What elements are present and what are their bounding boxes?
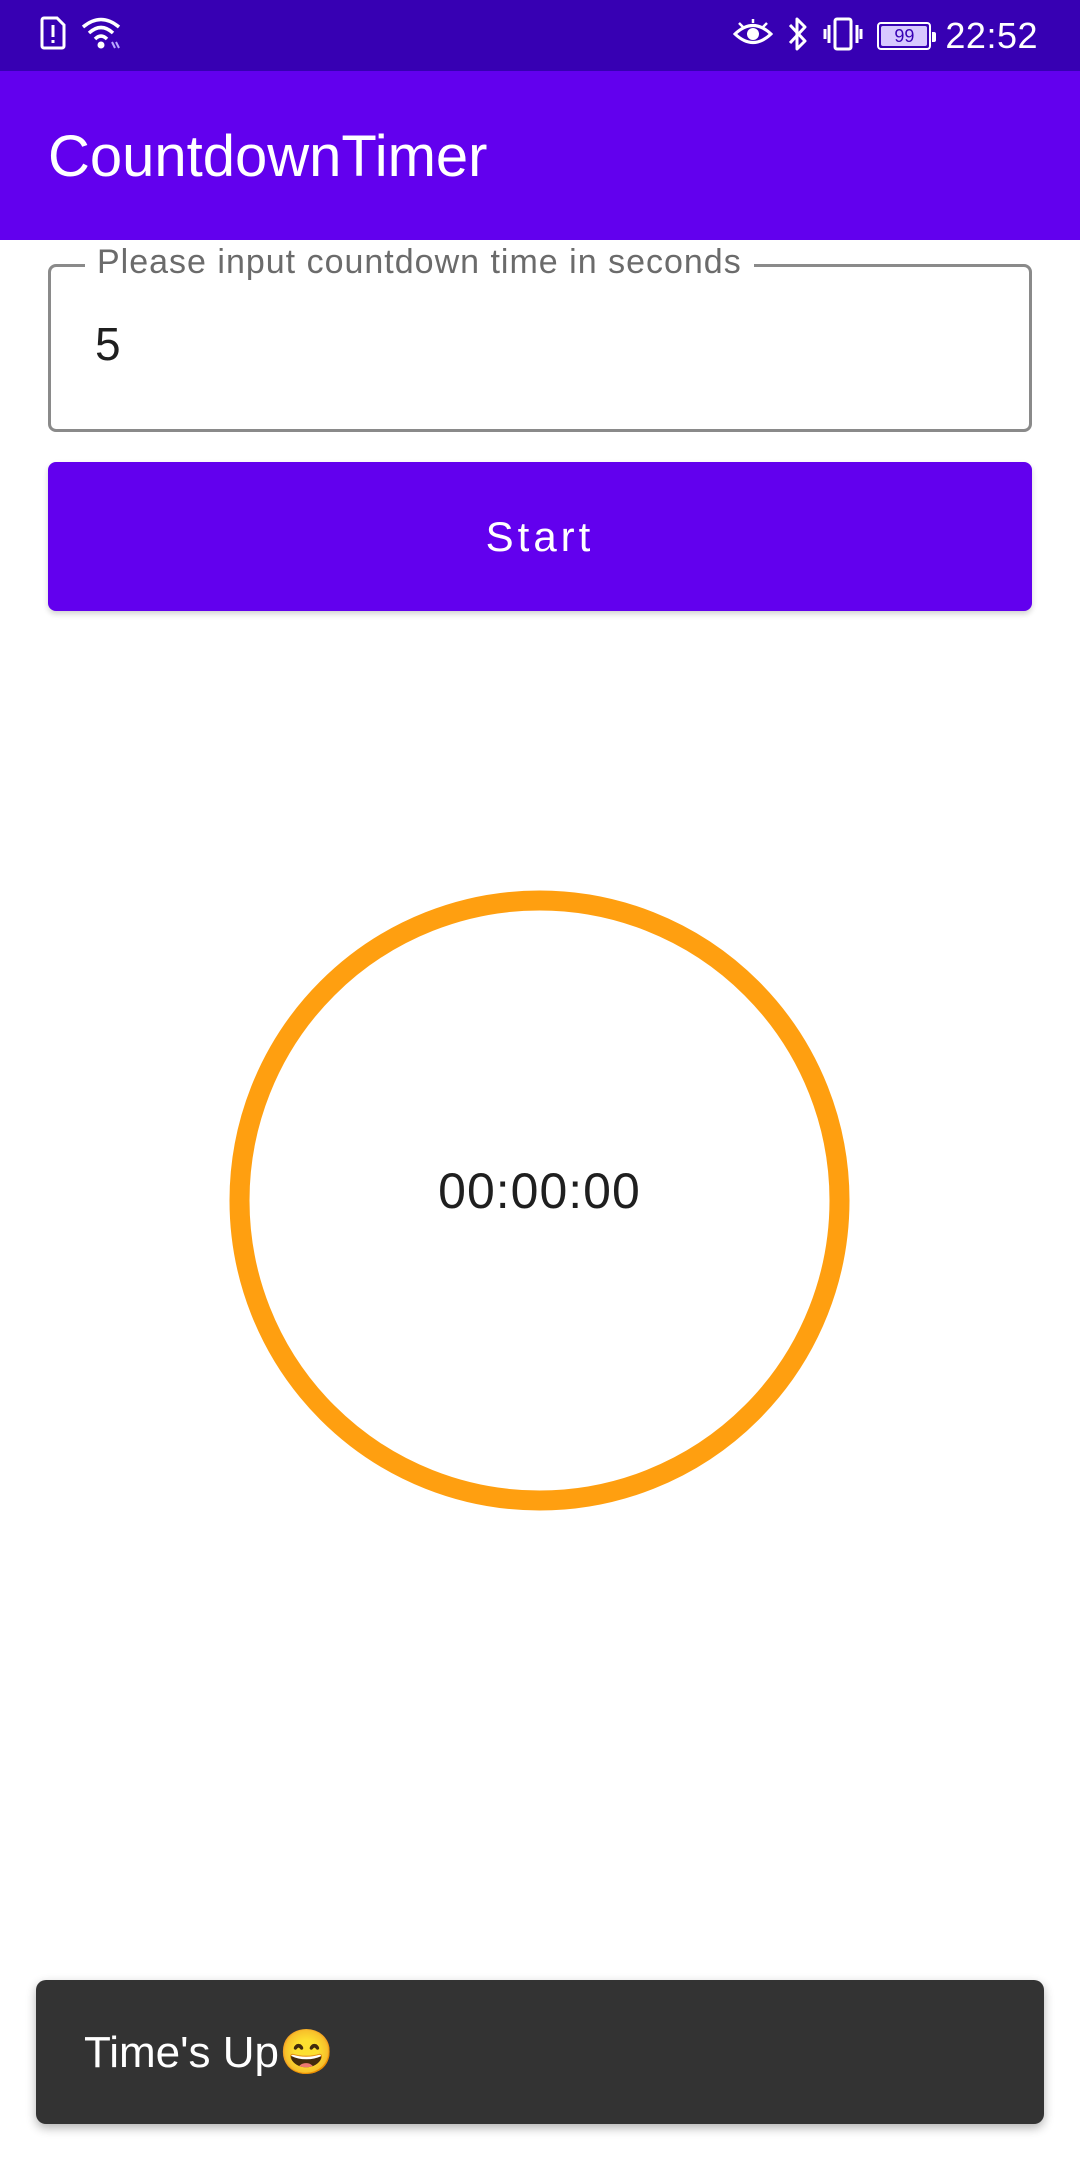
status-left-icons xyxy=(40,16,122,54)
timer-display: 00:00:00 xyxy=(438,1163,641,1219)
app-title: CountdownTimer xyxy=(48,124,488,189)
battery-tip xyxy=(932,32,937,42)
snackbar-message: Time's Up😄 xyxy=(84,2028,334,2077)
status-bar: 99 22:52 xyxy=(0,0,1080,71)
bluetooth-icon xyxy=(787,16,809,56)
sim-alert-icon xyxy=(40,16,66,54)
countdown-seconds-label: Please input countdown time in seconds xyxy=(85,243,754,282)
countdown-seconds-input[interactable] xyxy=(95,317,975,371)
start-button[interactable]: Start xyxy=(48,462,1032,611)
snackbar: Time's Up😄 xyxy=(36,1980,1044,2124)
wifi-icon xyxy=(80,16,122,54)
status-right-icons: 99 22:52 xyxy=(733,10,1038,62)
eye-icon xyxy=(733,19,774,53)
status-time: 22:52 xyxy=(945,15,1038,56)
app-bar: CountdownTimer xyxy=(0,71,1080,240)
battery-level: 99 xyxy=(894,25,915,46)
vibrate-icon xyxy=(823,16,863,56)
countdown-seconds-field[interactable]: Please input countdown time in seconds xyxy=(48,243,1032,432)
battery-icon: 99 xyxy=(877,22,937,50)
